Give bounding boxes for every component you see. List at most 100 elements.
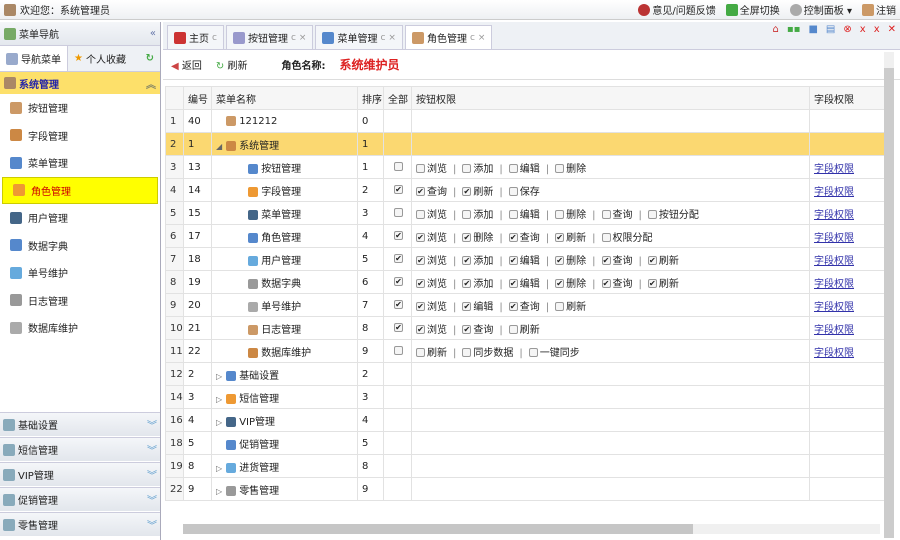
expand-icon[interactable]: ◢ [216,142,226,151]
checkbox[interactable]: ✔ [462,256,472,265]
expand-icon[interactable]: ▷ [216,487,226,496]
checkbox[interactable]: ✔ [462,233,472,242]
back-button[interactable]: ◀ 返回 [171,57,202,72]
checkbox[interactable] [462,210,472,219]
expand-icon[interactable]: ▷ [216,395,226,404]
sidebar-item[interactable]: 字段管理 [0,122,160,150]
reload-icon[interactable]: c [470,33,475,43]
checkbox[interactable]: ✔ [394,323,403,332]
checkbox[interactable]: ✔ [508,256,518,265]
close-tab-icon[interactable]: × [388,33,396,43]
checkbox[interactable]: ✔ [394,277,403,286]
checkbox[interactable]: ✔ [508,233,518,242]
checkbox[interactable]: ✔ [394,231,403,240]
fullscreen-icon[interactable]: ▪▪ [787,24,801,35]
checkbox[interactable]: ✔ [462,325,472,334]
sidebar-item[interactable]: 角色管理 [2,176,158,204]
field-permission-link[interactable]: 字段权限 [814,348,854,359]
field-permission-link[interactable]: 字段权限 [814,164,854,175]
close-other-icon[interactable]: x [860,24,866,35]
vertical-scrollbar[interactable] [884,52,894,538]
sidebar-item[interactable]: 数据字典 [0,232,160,260]
checkbox[interactable] [416,348,425,357]
home-icon[interactable]: ⌂ [773,24,779,35]
checkbox[interactable]: ✔ [416,325,425,334]
checkbox[interactable]: ✔ [462,302,472,311]
checkbox[interactable]: ✔ [601,256,611,265]
tab[interactable]: 菜单管理 c × [315,25,403,49]
checkbox[interactable]: ✔ [394,185,403,194]
checkbox[interactable] [647,210,657,219]
group-system-management[interactable]: 系统管理 ︽ [0,72,160,94]
table-row[interactable]: 10 21 日志管理 8 ✔ ✔ 浏览 | ✔ 查询 | 刷新 字段权限 [165,316,890,340]
table-row[interactable]: 22 9 ▷ 零售管理 9 [165,477,890,501]
reload-icon[interactable]: c [212,33,217,43]
checkbox[interactable] [555,164,565,173]
reload-icon[interactable]: c [291,33,296,43]
table-row[interactable]: 5 15 菜单管理 3 浏览 | 添加 | 编辑 | 删除 | 查询 | 按钮分配 字段权限 [165,201,890,225]
field-permission-link[interactable]: 字段权限 [814,187,854,198]
table-row[interactable]: 4 14 字段管理 2 ✔ ✔ 查询 | ✔ 刷新 | 保存 字段权限 [165,178,890,202]
table-row[interactable]: 2 1 ◢ 系统管理 1 [165,132,890,156]
checkbox[interactable]: ✔ [555,279,565,288]
checkbox[interactable]: ✔ [508,302,518,311]
checkbox[interactable] [601,233,611,242]
checkbox[interactable]: ✔ [601,279,611,288]
tab[interactable]: 角色管理 c × [404,25,493,49]
refresh-menu-button[interactable]: ↻ [140,46,160,71]
expand-icon[interactable]: ▷ [216,372,226,381]
checkbox[interactable] [416,210,425,219]
field-permission-link[interactable]: 字段权限 [814,325,854,336]
checkbox[interactable]: ✔ [416,279,425,288]
sidebar-item[interactable]: 日志管理 [0,287,160,315]
table-row[interactable]: 11 22 数据库维护 9 刷新 | 同步数据 | 一键同步 字段权限 [165,339,890,363]
close-tab-icon[interactable]: × [478,33,486,43]
expand-icon[interactable]: ▷ [216,418,226,427]
reload-icon[interactable]: c [380,33,385,43]
logout-link[interactable]: 注销 [862,2,896,17]
checkbox[interactable] [416,164,425,173]
sidebar-item[interactable]: 数据库维护 [0,314,160,342]
table-row[interactable]: 19 8 ▷ 进货管理 8 [165,454,890,478]
checkbox[interactable] [555,302,565,311]
accordion-header[interactable]: 零售管理 ︾ [0,512,160,536]
table-row[interactable]: 14 3 ▷ 短信管理 3 [165,385,890,409]
field-permission-link[interactable]: 字段权限 [814,302,854,313]
checkbox[interactable]: ✔ [416,233,425,242]
table-row[interactable]: 3 13 按钮管理 1 浏览 | 添加 | 编辑 | 删除 字段权限 [165,155,890,179]
field-permission-link[interactable]: 字段权限 [814,279,854,290]
checkbox[interactable]: ✔ [462,187,472,196]
field-permission-link[interactable]: 字段权限 [814,233,854,244]
refresh-button[interactable]: ↻ 刷新 [216,57,248,72]
checkbox[interactable] [508,210,518,219]
accordion-header[interactable]: 基础设置 ︾ [0,412,160,436]
table-row[interactable]: 18 5 促销管理 5 [165,431,890,455]
sidebar-item[interactable]: 按钮管理 [0,94,160,122]
expand-icon[interactable]: ▷ [216,464,226,473]
checkbox[interactable] [528,348,538,357]
close-tab-icon[interactable]: × [299,33,307,43]
sidebar-item[interactable]: 用户管理 [0,204,160,232]
sidebar-item[interactable]: 菜单管理 [0,149,160,177]
window-icon[interactable]: ■ [808,24,817,35]
checkbox[interactable] [462,348,472,357]
checkbox[interactable]: ✔ [555,233,565,242]
field-permission-link[interactable]: 字段权限 [814,256,854,267]
table-row[interactable]: 9 20 单号维护 7 ✔ ✔ 浏览 | ✔ 编辑 | ✔ 查询 | 刷新 字段权限 [165,293,890,317]
checkbox[interactable] [394,208,403,217]
collapse-sidebar-button[interactable]: « [150,28,156,39]
feedback-link[interactable]: 意见/问题反馈 [638,2,716,17]
checkbox[interactable]: ✔ [508,279,518,288]
accordion-header[interactable]: 促销管理 ︾ [0,487,160,511]
checkbox[interactable]: ✔ [416,256,425,265]
checkbox[interactable] [508,325,518,334]
checkbox[interactable]: ✔ [394,300,403,309]
form-icon[interactable]: ▤ [826,24,835,35]
checkbox[interactable] [601,210,611,219]
checkbox[interactable]: ✔ [416,302,425,311]
table-row[interactable]: 1 40 121212 0 [165,109,890,133]
table-row[interactable]: 16 4 ▷ VIP管理 4 [165,408,890,432]
control-panel-link[interactable]: 控制面板 ▾ [789,2,852,17]
tab-nav-menu[interactable]: 导航菜单 [0,46,68,71]
checkbox[interactable] [394,162,403,171]
